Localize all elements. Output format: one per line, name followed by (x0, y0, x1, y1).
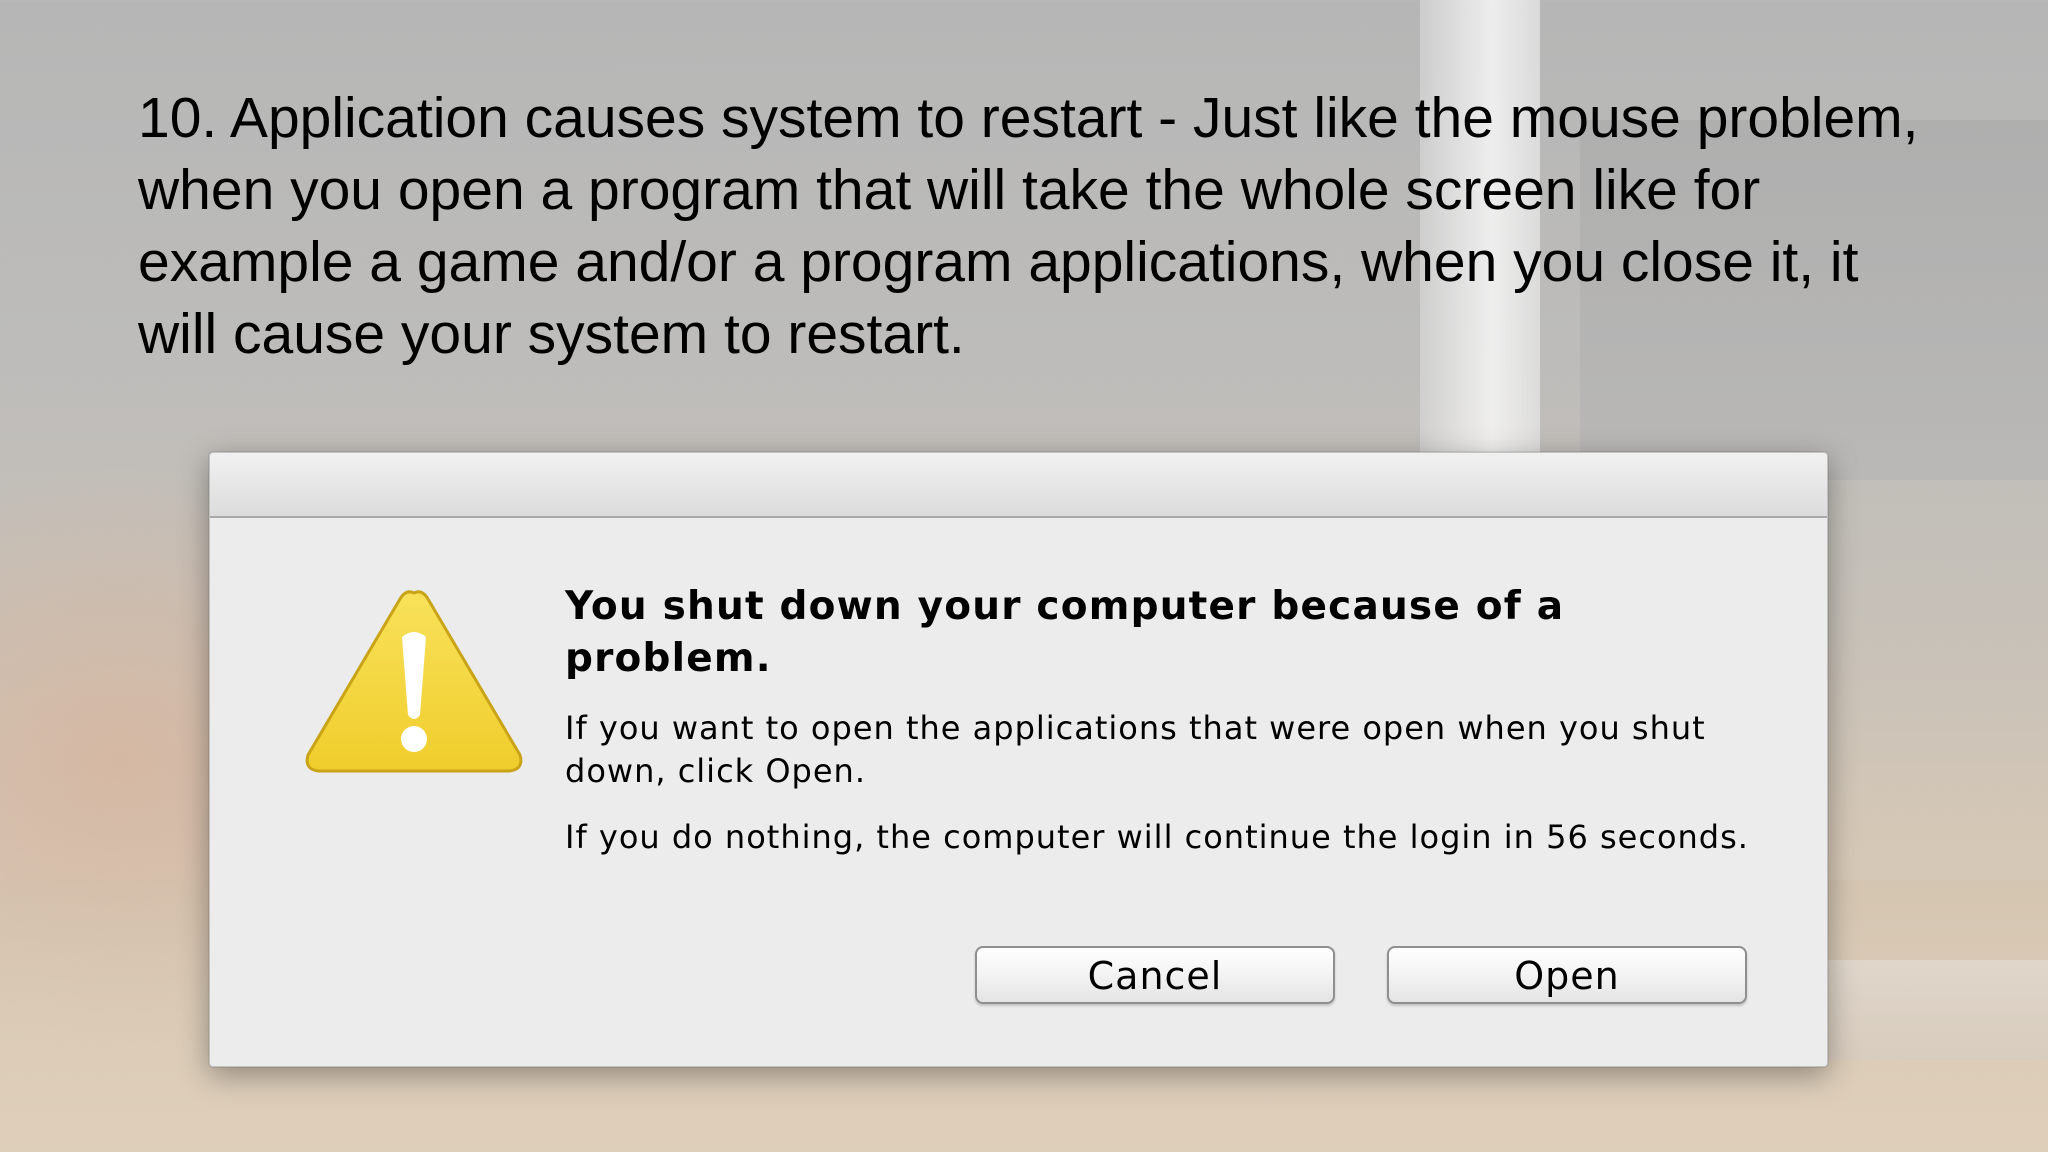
cancel-button[interactable]: Cancel (975, 946, 1335, 1004)
dialog-message-open: If you want to open the applications tha… (565, 709, 1706, 790)
slide-text: 10. Application causes system to restart… (138, 86, 1919, 366)
open-button[interactable]: Open (1387, 946, 1747, 1004)
dialog-message-countdown: If you do nothing, the computer will con… (565, 818, 1749, 856)
dialog-heading: You shut down your computer because of a… (565, 584, 1565, 681)
restart-alert-dialog: You shut down your computer because of a… (209, 452, 1828, 1067)
dialog-title-bar[interactable] (210, 453, 1827, 518)
warning-triangle-icon (305, 590, 523, 773)
